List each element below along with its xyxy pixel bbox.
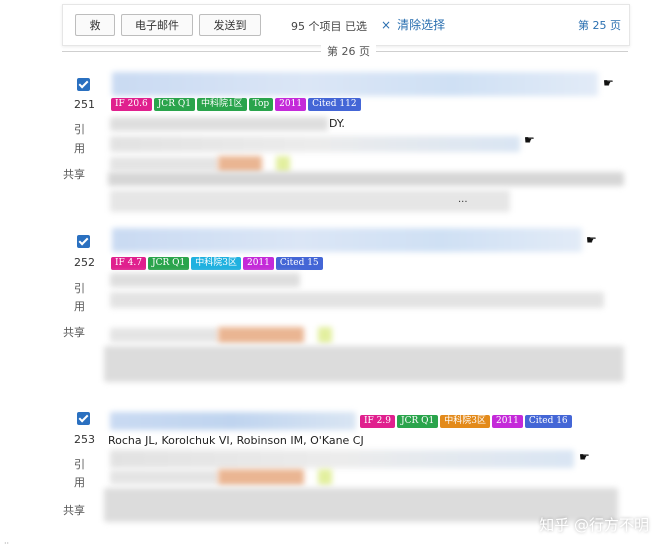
send-to-button[interactable]: 发送到 [199,14,261,36]
abstract-blur [108,172,624,186]
link-blur [318,327,332,343]
record-checkbox[interactable] [77,235,90,248]
abstract-blur [110,190,510,212]
pointer-cursor-icon: ☛ [524,133,535,147]
record-number: 251 [74,98,95,111]
top-badge: Top [248,98,274,111]
selection-toolbar: 救 电子邮件 发送到 95 个项目 已选 × 清除选择 第 25 页 [62,4,630,46]
record-number: 253 [74,433,95,446]
email-button[interactable]: 电子邮件 [121,14,193,36]
link-blur [218,156,262,172]
authors-blur [110,117,328,131]
cite-label: 用 [74,476,85,489]
cite-label: 引 [74,282,85,295]
close-icon: × [381,18,392,32]
metric-badges: IF 4.7 JCR Q1 中科院3区 2011 Cited 15 [111,257,323,271]
save-button[interactable]: 救 [75,14,115,36]
jcr-badge: JCR Q1 [153,98,195,111]
journal-blur [110,450,574,468]
share-label: 共享 [63,504,85,517]
record-title[interactable] [110,412,356,430]
share-label: 共享 [63,326,85,339]
record-authors[interactable]: Rocha JL, Korolchuk VI, Robinson IM, O'K… [108,434,364,447]
share-label: 共享 [63,168,85,181]
pointer-cursor-icon: ☛ [603,76,614,90]
impact-factor-badge: IF 20.6 [111,98,152,111]
cite-label: 引 [74,458,85,471]
cite-label: 用 [74,300,85,313]
cas-zone-badge: 中科院3区 [440,415,490,428]
cas-zone-badge: 中科院3区 [191,257,241,270]
impact-factor-badge: IF 2.9 [360,415,395,428]
author-tail: DY. [329,117,345,130]
watermark: 知乎 @行方不明 [539,516,649,534]
previous-page-link[interactable]: 第 25 页 [578,17,621,33]
cas-zone-badge: 中科院1区 [196,98,247,111]
link-blur [218,327,304,343]
link-blur [318,469,332,485]
journal-blur [110,136,520,152]
link-blur [276,156,290,172]
link-blur [218,469,304,485]
record-title[interactable] [112,72,598,96]
authors-blur [110,273,300,287]
cite-label: 用 [74,142,85,155]
metric-badges: IF 20.6 JCR Q1 中科院1区 Top 2011 Cited 112 [111,98,361,112]
link-blur [110,328,218,342]
record-number: 252 [74,256,95,269]
record-title[interactable] [112,228,582,252]
page-label: 第 26 页 [321,43,376,59]
cite-label: 引 [74,123,85,136]
corner-mark: ·· [4,539,10,548]
clear-selection-label: 清除选择 [397,18,446,32]
record-checkbox[interactable] [77,78,90,91]
pointer-cursor-icon: ☛ [586,233,597,247]
journal-blur [110,292,604,308]
metric-badges: IF 2.9 JCR Q1 中科院3区 2011 Cited 16 [360,415,572,429]
year-badge: 2011 [242,257,274,270]
year-badge: 2011 [275,98,307,111]
jcr-badge: JCR Q1 [396,415,439,428]
clear-selection-link[interactable]: × 清除选择 [381,16,445,33]
impact-factor-badge: IF 4.7 [111,257,146,270]
link-blur [110,157,218,171]
cited-badge: Cited 112 [308,98,361,111]
abstract-blur [104,346,624,382]
pointer-cursor-icon: ☛ [579,450,590,464]
record-checkbox[interactable] [77,412,90,425]
truncate-ellipsis: ... [458,194,468,205]
jcr-badge: JCR Q1 [147,257,190,270]
year-badge: 2011 [491,415,523,428]
cited-badge: Cited 15 [275,257,323,270]
link-blur [110,470,218,484]
cited-badge: Cited 16 [524,415,572,428]
selected-count: 95 个项目 已选 [291,20,367,33]
